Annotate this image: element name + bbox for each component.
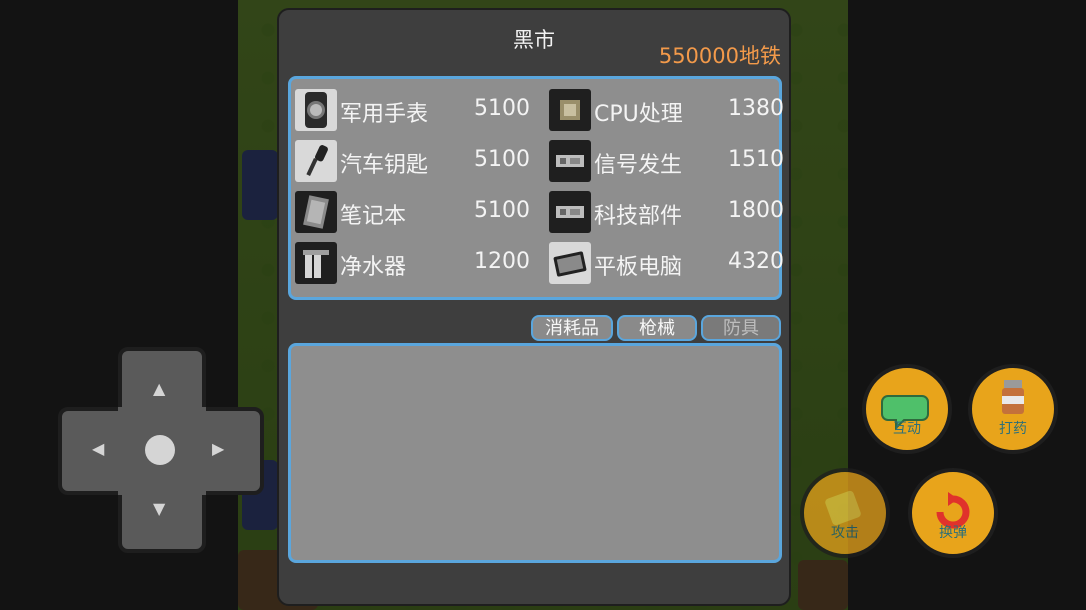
- shop-item[interactable]: 汽车钥匙 5100: [291, 140, 536, 184]
- attack-button[interactable]: 攻击: [800, 468, 890, 558]
- notebook-icon: [295, 191, 337, 233]
- water-filter-icon: [295, 242, 337, 284]
- item-name: 净水器: [340, 255, 407, 280]
- item-price: 1200: [474, 249, 530, 274]
- cpu-chip-icon: [549, 89, 591, 131]
- item-price: 1380: [728, 96, 784, 121]
- arrow-down-icon: ▼: [153, 499, 166, 518]
- shop-item[interactable]: CPU处理 1380: [545, 89, 790, 133]
- black-market-panel: 黑市 550000地铁 军用手表 5100 CPU处理 1380 汽车钥匙 51…: [277, 8, 791, 606]
- shop-item[interactable]: 军用手表 5100: [291, 89, 536, 133]
- shop-item[interactable]: 净水器 1200: [291, 242, 536, 286]
- action-label: 打药: [999, 421, 1027, 437]
- tab-consumables[interactable]: 消耗品: [531, 315, 613, 341]
- item-price: 1800: [728, 198, 784, 223]
- dpad-knob[interactable]: [145, 435, 175, 465]
- arrow-up-icon: ▲: [153, 379, 166, 398]
- item-name: 笔记本: [340, 204, 407, 229]
- car-key-icon: [295, 140, 337, 182]
- item-price: 5100: [474, 147, 530, 172]
- item-name: 信号发生: [594, 153, 683, 178]
- item-name: CPU处理: [594, 102, 683, 127]
- item-name: 军用手表: [340, 102, 429, 127]
- shop-item[interactable]: 科技部件 1800: [545, 191, 790, 235]
- circuit-board-icon: [549, 140, 591, 182]
- circuit-board-icon: [549, 191, 591, 233]
- item-price: 5100: [474, 96, 530, 121]
- category-item-list: [288, 343, 782, 563]
- item-name: 汽车钥匙: [340, 153, 429, 178]
- action-label: 攻击: [831, 525, 859, 541]
- shop-item[interactable]: 平板电脑 4320: [545, 242, 790, 286]
- shop-item[interactable]: 信号发生 1510: [545, 140, 790, 184]
- action-label: 换弹: [939, 525, 967, 541]
- directional-pad[interactable]: ▲ ▼ ◀ ▶: [58, 347, 264, 553]
- item-price: 5100: [474, 198, 530, 223]
- goods-list: 军用手表 5100 CPU处理 1380 汽车钥匙 5100 信号发生 1510: [288, 76, 784, 300]
- tab-armor[interactable]: 防具: [701, 315, 781, 341]
- interact-button[interactable]: 互动: [862, 364, 952, 454]
- shop-item[interactable]: 笔记本 5100: [291, 191, 536, 235]
- tablet-icon: [549, 242, 591, 284]
- item-name: 科技部件: [594, 204, 683, 229]
- item-price: 1510: [728, 147, 784, 172]
- action-label: 互动: [893, 421, 921, 437]
- medicine-button[interactable]: 打药: [968, 364, 1058, 454]
- currency-display: 550000地铁: [658, 44, 781, 68]
- item-name: 平板电脑: [594, 255, 683, 280]
- arrow-right-icon: ▶: [212, 439, 225, 458]
- arrow-left-icon: ◀: [92, 439, 105, 458]
- reload-button[interactable]: 换弹: [908, 468, 998, 558]
- watch-icon: [295, 89, 337, 131]
- item-price: 4320: [728, 249, 784, 274]
- tab-firearms[interactable]: 枪械: [617, 315, 697, 341]
